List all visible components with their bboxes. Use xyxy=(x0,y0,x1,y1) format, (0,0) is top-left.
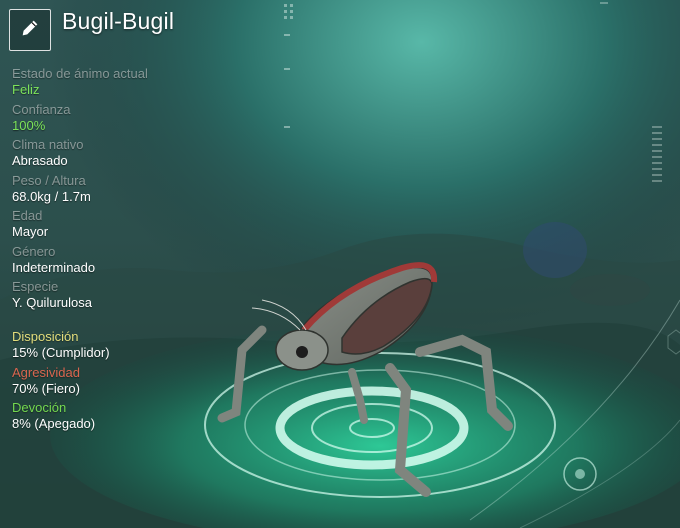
stat-native-climate: Clima nativo Abrasado xyxy=(12,137,252,173)
trait-value: 15% (Cumplidor) xyxy=(12,345,110,360)
stat-age: Edad Mayor xyxy=(12,208,252,244)
stat-value: Y. Quilurulosa xyxy=(12,295,92,310)
trait-label: Agresividad xyxy=(12,364,80,380)
stat-label: Género xyxy=(12,243,56,259)
stat-value: Mayor xyxy=(12,224,49,239)
trait-devotion: Devoción 8% (Apegado) xyxy=(12,400,252,436)
trait-value: 8% (Apegado) xyxy=(12,416,96,431)
stat-mood: Estado de ánimo actual Feliz xyxy=(12,66,252,102)
stat-label: Especie xyxy=(12,279,59,294)
stat-weight-height: Peso / Altura 68.0kg / 1.7m xyxy=(12,173,252,209)
stat-value: 100% xyxy=(12,117,46,133)
stat-value: Abrasado xyxy=(12,153,68,168)
stat-value: Indeterminado xyxy=(12,259,96,275)
stat-value: 68.0kg / 1.7m xyxy=(12,188,91,204)
trait-aggressiveness: Agresividad 70% (Fiero) xyxy=(12,365,252,401)
trait-value: 70% (Fiero) xyxy=(12,380,80,396)
stat-value: Feliz xyxy=(12,82,40,97)
creature-name: Bugil-Bugil xyxy=(62,8,175,34)
stat-label: Clima nativo xyxy=(12,137,84,152)
stat-species: Especie Y. Quilurulosa xyxy=(12,279,252,315)
trait-label: Devoción xyxy=(12,400,67,415)
stat-label: Peso / Altura xyxy=(12,172,86,188)
edit-name-button[interactable] xyxy=(9,9,51,51)
stat-gender: Género Indeterminado xyxy=(12,244,252,280)
stat-label: Estado de ánimo actual xyxy=(12,66,148,81)
trait-disposition: Disposición 15% (Cumplidor) xyxy=(12,329,252,365)
stat-label: Edad xyxy=(12,208,43,223)
stat-label: Confianza xyxy=(12,101,71,117)
stats-panel: Estado de ánimo actual Feliz Confianza 1… xyxy=(12,66,252,315)
traits-panel: Disposición 15% (Cumplidor) Agresividad … xyxy=(12,329,252,436)
pencil-icon xyxy=(19,17,41,44)
stat-trust: Confianza 100% xyxy=(12,102,252,138)
trait-label: Disposición xyxy=(12,329,79,344)
